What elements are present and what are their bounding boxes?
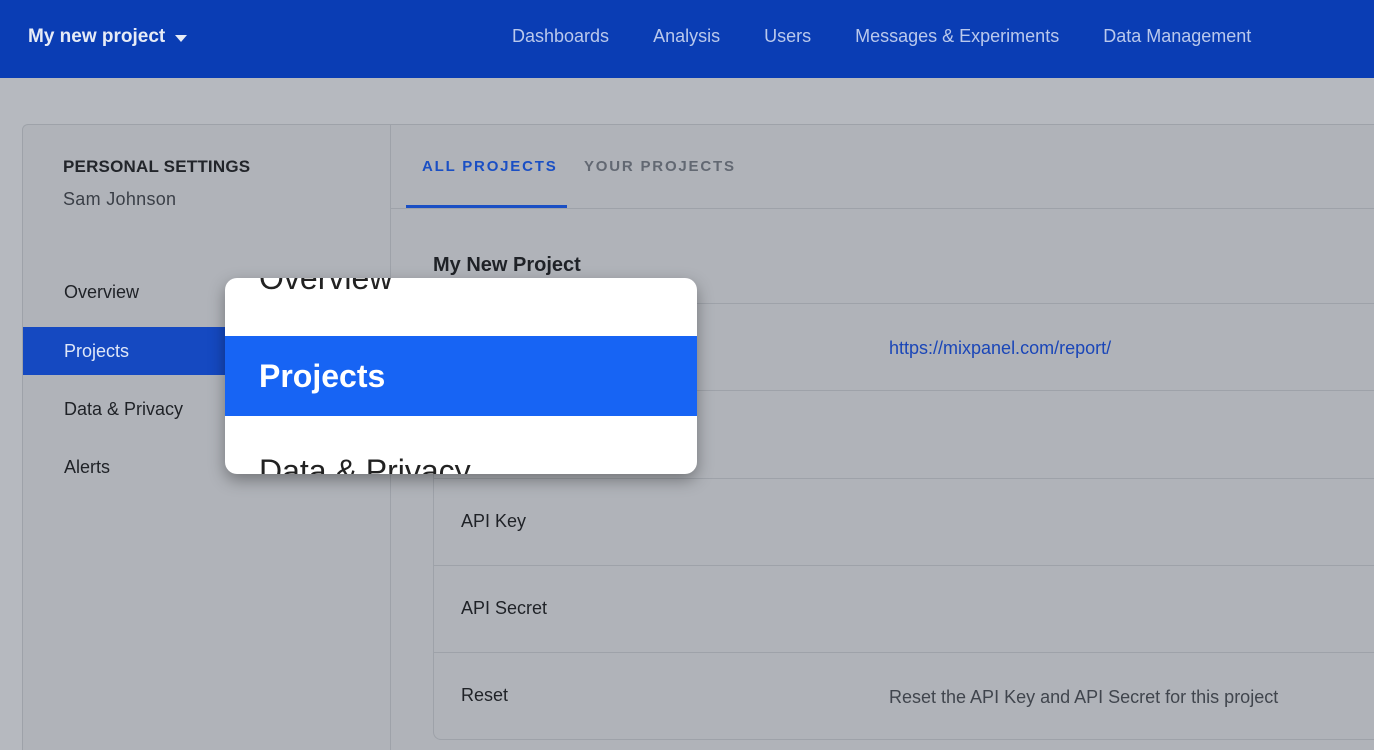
project-name: My new project bbox=[28, 26, 166, 47]
main-nav: Dashboards Analysis Users Messages & Exp… bbox=[512, 26, 1251, 47]
nav-users[interactable]: Users bbox=[764, 26, 811, 47]
nav-dashboards[interactable]: Dashboards bbox=[512, 26, 609, 47]
sidebar-item-label: Data & Privacy bbox=[64, 398, 184, 419]
table-row: API Secret bbox=[434, 566, 1374, 653]
magnified-callout: Overview Projects Data & Privacy bbox=[225, 278, 697, 474]
zoom-item-overview[interactable]: Overview bbox=[225, 278, 697, 297]
api-secret-label: API Secret bbox=[461, 598, 548, 618]
reset-description[interactable]: Reset the API Key and API Secret for thi… bbox=[889, 687, 1278, 708]
nav-data-management[interactable]: Data Management bbox=[1103, 26, 1251, 47]
table-row: API Key bbox=[434, 479, 1374, 566]
active-tab-indicator bbox=[406, 205, 567, 208]
user-name: Sam Johnson bbox=[63, 189, 177, 209]
sidebar-item-label: Alerts bbox=[64, 456, 111, 477]
project-tabs: ALL PROJECTS YOUR PROJECTS bbox=[391, 125, 1374, 209]
report-url-link[interactable]: https://mixpanel.com/report/ bbox=[889, 338, 1111, 359]
project-title: My New Project bbox=[433, 254, 581, 276]
api-key-label: API Key bbox=[461, 511, 527, 531]
zoom-item-projects[interactable]: Projects bbox=[225, 336, 697, 416]
table-row: Reset Reset the API Key and API Secret f… bbox=[434, 653, 1374, 741]
sidebar-item-label: Projects bbox=[64, 340, 130, 361]
project-switcher[interactable]: My new project bbox=[28, 26, 188, 48]
top-navigation-bar: My new project Dashboards Analysis Users… bbox=[0, 0, 1374, 78]
reset-label: Reset bbox=[461, 685, 509, 705]
tab-your-projects[interactable]: YOUR PROJECTS bbox=[584, 158, 736, 175]
tab-all-projects[interactable]: ALL PROJECTS bbox=[422, 158, 558, 175]
zoom-item-label: Projects bbox=[259, 357, 386, 394]
nav-analysis[interactable]: Analysis bbox=[653, 26, 720, 47]
sidebar-heading: PERSONAL SETTINGS bbox=[63, 157, 251, 176]
chevron-down-icon bbox=[175, 34, 188, 42]
nav-messages-experiments[interactable]: Messages & Experiments bbox=[855, 26, 1059, 47]
zoom-item-data-privacy[interactable]: Data & Privacy bbox=[225, 453, 697, 474]
sidebar-item-label: Overview bbox=[64, 281, 140, 302]
